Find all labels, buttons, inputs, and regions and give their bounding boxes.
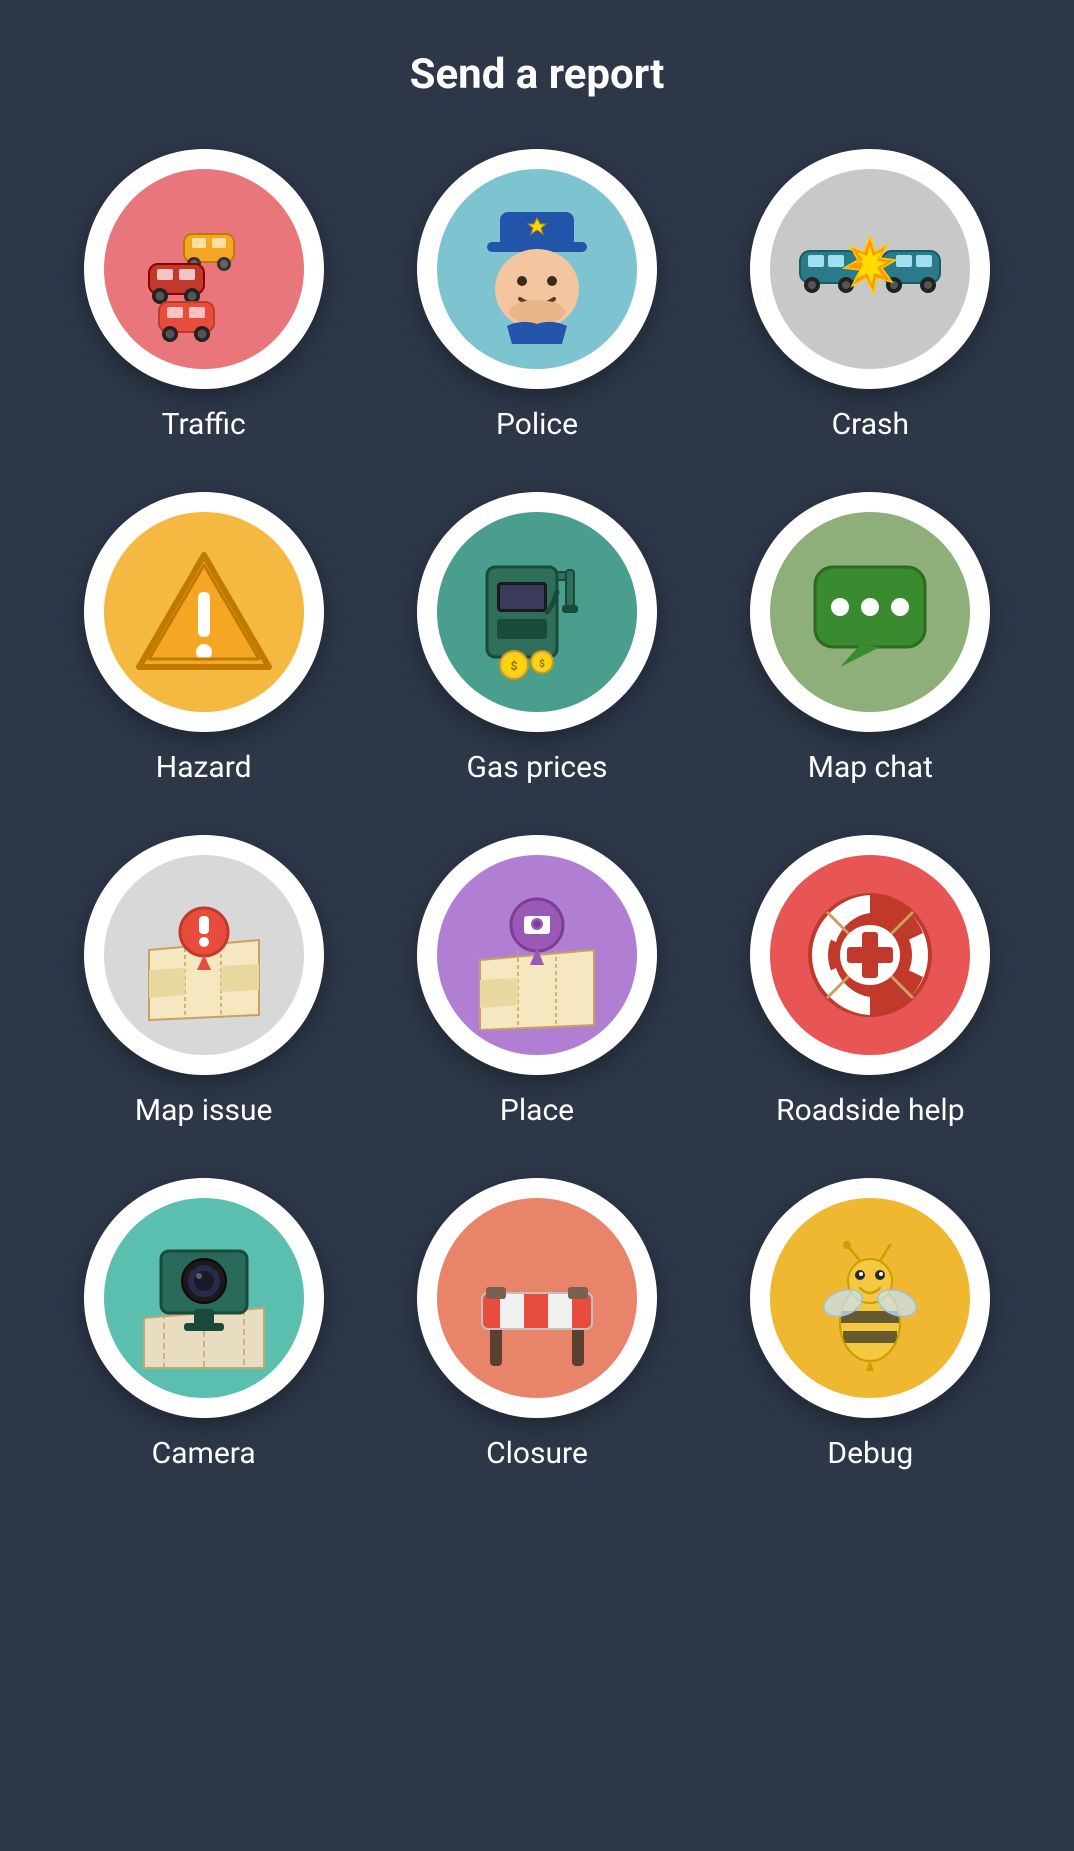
- camera-label: Camera: [152, 1436, 256, 1471]
- gas-icon: $ $: [437, 512, 637, 712]
- report-item-gas[interactable]: $ $ Gas prices: [390, 492, 683, 785]
- place-label: Place: [500, 1093, 574, 1128]
- camera-icon-circle: [84, 1178, 324, 1418]
- police-label: Police: [496, 407, 578, 442]
- hazard-icon-circle: [84, 492, 324, 732]
- svg-text:$: $: [511, 659, 518, 673]
- roadside-label: Roadside help: [776, 1093, 964, 1128]
- traffic-label: Traffic: [162, 407, 246, 442]
- traffic-icon: [104, 169, 304, 369]
- closure-label: Closure: [486, 1436, 588, 1471]
- report-item-traffic[interactable]: Traffic: [57, 149, 350, 442]
- mapissue-label: Map issue: [135, 1093, 273, 1128]
- debug-label: Debug: [827, 1436, 913, 1471]
- crash-icon: [770, 169, 970, 369]
- gas-label: Gas prices: [466, 750, 607, 785]
- place-icon-circle: [417, 835, 657, 1075]
- roadside-icon: [770, 855, 970, 1055]
- report-item-police[interactable]: Police: [390, 149, 683, 442]
- mapissue-icon: [104, 855, 304, 1055]
- roadside-icon-circle: [750, 835, 990, 1075]
- mapchat-label: Map chat: [808, 750, 933, 785]
- report-item-mapchat[interactable]: Map chat: [724, 492, 1017, 785]
- hazard-icon: [104, 512, 304, 712]
- debug-icon-circle: [750, 1178, 990, 1418]
- report-item-roadside[interactable]: Roadside help: [724, 835, 1017, 1128]
- report-item-closure[interactable]: Closure: [390, 1178, 683, 1471]
- mapchat-icon-circle: [750, 492, 990, 732]
- svg-text:$: $: [539, 657, 545, 670]
- report-grid: Traffic: [57, 149, 1017, 1471]
- report-item-place[interactable]: Place: [390, 835, 683, 1128]
- gas-icon-circle: $ $: [417, 492, 657, 732]
- traffic-icon-circle: [84, 149, 324, 389]
- closure-icon-circle: [417, 1178, 657, 1418]
- report-item-debug[interactable]: Debug: [724, 1178, 1017, 1471]
- camera-icon: [104, 1198, 304, 1398]
- report-item-hazard[interactable]: Hazard: [57, 492, 350, 785]
- report-item-crash[interactable]: Crash: [724, 149, 1017, 442]
- report-item-mapissue[interactable]: Map issue: [57, 835, 350, 1128]
- crash-icon-circle: [750, 149, 990, 389]
- mapchat-icon: [770, 512, 970, 712]
- report-item-camera[interactable]: Camera: [57, 1178, 350, 1471]
- police-icon-circle: [417, 149, 657, 389]
- closure-icon: [437, 1198, 637, 1398]
- page-title: Send a report: [410, 50, 665, 99]
- police-icon: [437, 169, 637, 369]
- hazard-label: Hazard: [156, 750, 252, 785]
- debug-icon: [770, 1198, 970, 1398]
- place-icon: [437, 855, 637, 1055]
- crash-label: Crash: [832, 407, 909, 442]
- mapissue-icon-circle: [84, 835, 324, 1075]
